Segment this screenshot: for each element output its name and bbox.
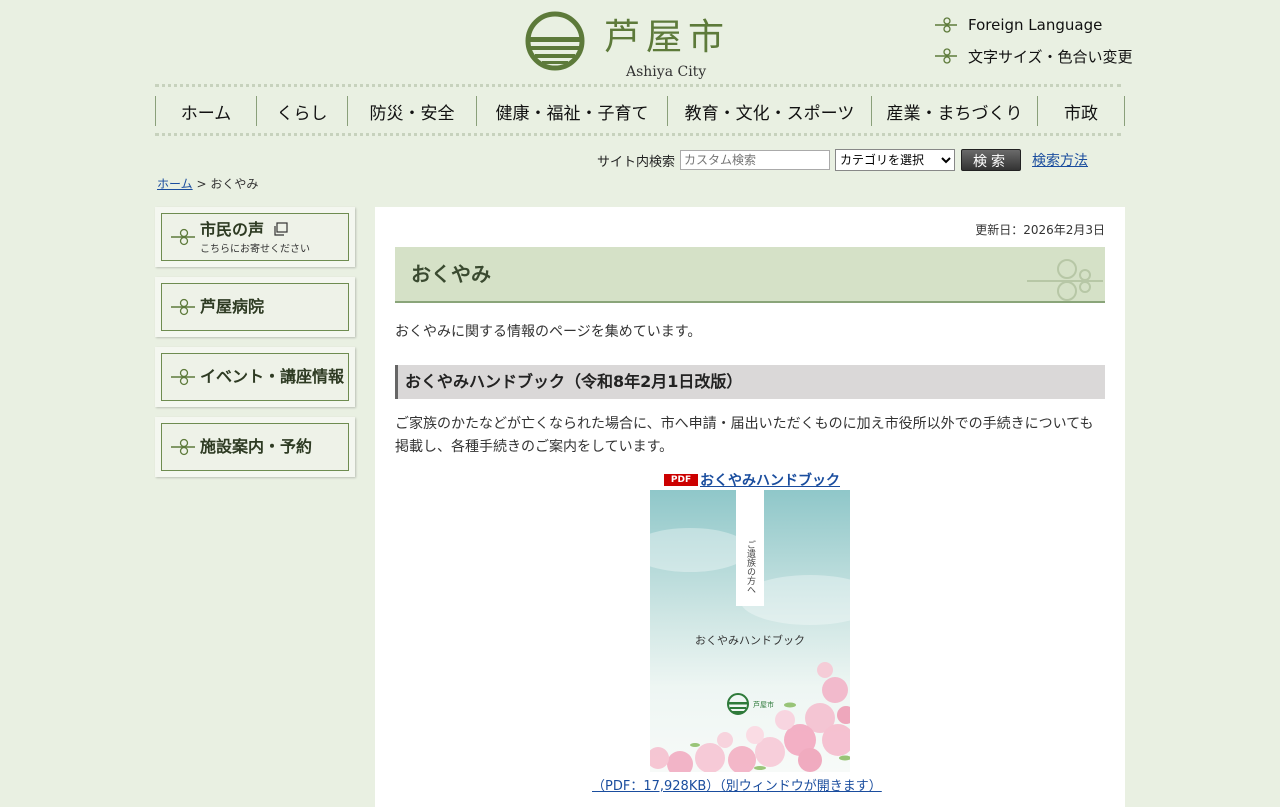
foreign-language-label: Foreign Language — [968, 16, 1103, 34]
title-ornament-icon — [1027, 259, 1103, 301]
cover-city: 芦屋市 — [753, 700, 774, 709]
banner-label: 施設案内・予約 — [200, 437, 313, 456]
nav-item-education[interactable]: 教育・文化・スポーツ — [667, 96, 871, 126]
search-input[interactable] — [680, 150, 831, 170]
search-button[interactable]: 検索 — [961, 149, 1022, 171]
breadcrumb-home-link[interactable]: ホーム — [157, 177, 193, 191]
banner-facilities[interactable]: 施設案内・予約 — [155, 417, 355, 477]
banner-label: 市民の声 — [200, 220, 288, 240]
section-description: ご家族のかたなどが亡くなられた場合に、市へ申請・届出いただくものに加え市役所以外… — [395, 416, 1094, 455]
search-label: サイト内検索 — [597, 154, 676, 170]
foreign-language-link[interactable]: Foreign Language — [934, 14, 1102, 36]
ornament-icon — [171, 298, 195, 316]
ornament-icon — [171, 368, 195, 386]
nav-divider-top — [155, 84, 1121, 87]
ornament-icon — [171, 228, 195, 246]
breadcrumb-separator: > — [192, 177, 211, 191]
intro-text: おくやみに関する情報のページを集めています。 — [395, 324, 702, 340]
new-window-icon — [273, 222, 288, 236]
pdf-download: PDF おくやみハンドブック — [664, 471, 840, 489]
section-heading-text: おくやみハンドブック（令和8年2月1日改版） — [405, 372, 743, 391]
cover-vertical-text: ご遺族の方へ — [745, 539, 756, 594]
banner-events[interactable]: イベント・講座情報 — [155, 347, 355, 407]
breadcrumb: ホーム > おくやみ — [157, 175, 258, 192]
global-nav: ホーム くらし 防災・安全 健康・福祉・子育て 教育・文化・スポーツ 産業・まち… — [155, 84, 1125, 136]
banner-frame: イベント・講座情報 — [161, 353, 349, 401]
city-emblem-icon — [525, 11, 585, 71]
nav-divider-bottom — [155, 133, 1121, 136]
category-select[interactable]: カテゴリを選択 — [835, 149, 956, 171]
main-content: 更新日：2026年2月3日 おくやみ おくやみに関する情報のページを集めています… — [375, 207, 1125, 807]
nav-item-safety[interactable]: 防災・安全 — [347, 96, 476, 126]
pdf-size-link[interactable]: （PDF：17,928KB）（別ウィンドウが開きます） — [592, 775, 882, 794]
global-nav-list: ホーム くらし 防災・安全 健康・福祉・子育て 教育・文化・スポーツ 産業・まち… — [155, 96, 1125, 126]
search-help-link[interactable]: 検索方法 — [1032, 150, 1088, 170]
cover-title: おくやみハンドブック — [695, 633, 805, 647]
banner-sublabel: こちらにお寄せください — [200, 244, 310, 255]
nav-item-health[interactable]: 健康・福祉・子育て — [476, 96, 667, 126]
text-size-color-link[interactable]: 文字サイズ・色合い変更 — [934, 45, 1133, 67]
site-search: サイト内検索 カテゴリを選択 検索 検索方法 — [597, 149, 1088, 171]
banner-frame: 市民の声 こちらにお寄せください — [161, 213, 349, 261]
page-title: おくやみ — [411, 262, 491, 286]
updated-date: 更新日：2026年2月3日 — [975, 223, 1105, 237]
site-logo[interactable]: 芦屋市 Ashiya City — [524, 10, 734, 80]
pdf-icon: PDF — [664, 474, 698, 486]
nav-item-government[interactable]: 市政 — [1037, 96, 1125, 126]
page-title-band: おくやみ — [395, 247, 1105, 303]
banner-ashiya-hospital[interactable]: 芦屋病院 — [155, 277, 355, 337]
banner-frame: 芦屋病院 — [161, 283, 349, 331]
banner-citizen-voice[interactable]: 市民の声 こちらにお寄せください — [155, 207, 355, 267]
banner-frame: 施設案内・予約 — [161, 423, 349, 471]
nav-item-living[interactable]: くらし — [256, 96, 347, 126]
nav-item-home[interactable]: ホーム — [155, 96, 256, 126]
logo-text-en: Ashiya City — [626, 64, 707, 80]
logo-text-jp: 芦屋市 — [604, 17, 731, 58]
ornament-icon — [171, 438, 195, 456]
ornament-icon — [935, 17, 957, 33]
banner-label: イベント・講座情報 — [200, 367, 345, 386]
section-heading: おくやみハンドブック（令和8年2月1日改版） — [395, 365, 1105, 399]
handbook-cover-image[interactable]: ご遺族の方へ おくやみハンドブック 芦屋市 — [650, 490, 850, 772]
breadcrumb-current: おくやみ — [210, 177, 259, 191]
text-size-color-label: 文字サイズ・色合い変更 — [968, 47, 1133, 66]
banner-label: 芦屋病院 — [200, 297, 265, 316]
nav-item-industry[interactable]: 産業・まちづくり — [871, 96, 1037, 126]
ornament-icon — [935, 48, 957, 64]
pdf-download-link[interactable]: おくやみハンドブック — [700, 470, 840, 490]
